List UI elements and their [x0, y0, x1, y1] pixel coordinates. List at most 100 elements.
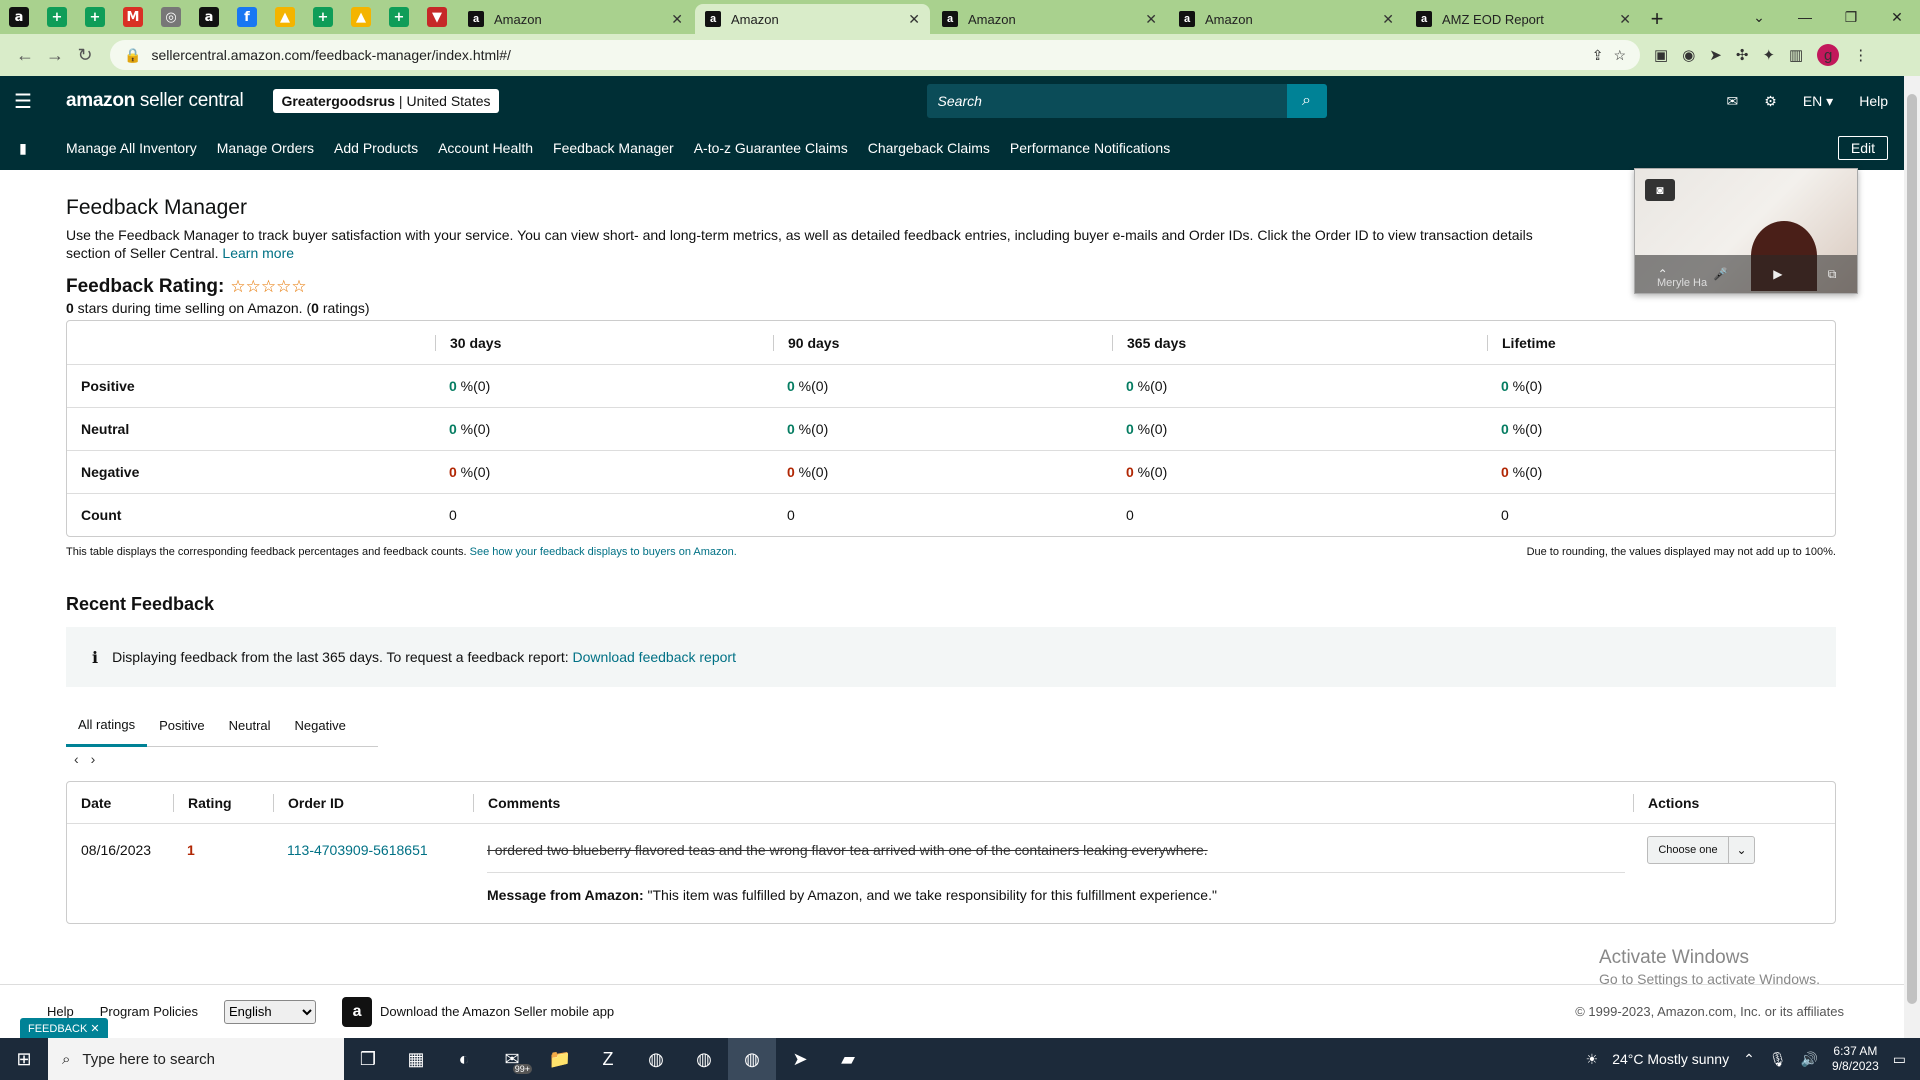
nav-link-manage-all-inventory[interactable]: Manage All Inventory [66, 140, 197, 156]
download-report-link[interactable]: Download feedback report [573, 649, 736, 665]
pinned-tab[interactable]: ▼ [418, 0, 456, 34]
pinned-tab[interactable]: a [190, 0, 228, 34]
chevron-left-icon[interactable]: ‹ [74, 751, 79, 767]
tab-positive[interactable]: Positive [147, 705, 217, 747]
seller-central-logo[interactable]: amazon seller central [66, 90, 244, 112]
browser-tab[interactable]: a Amazon ✕ [695, 4, 930, 34]
chrome-icon[interactable]: ◍ [680, 1038, 728, 1080]
nav-link-performance-notifications[interactable]: Performance Notifications [1010, 140, 1170, 156]
pinned-tab[interactable]: + [76, 0, 114, 34]
bookmark-icon[interactable]: ▮ [0, 140, 46, 157]
chrome-icon[interactable]: ◍ [728, 1038, 776, 1080]
pinned-tab[interactable]: M [114, 0, 152, 34]
video-camera-icon[interactable]: ▶ [1773, 267, 1782, 281]
browser-tab[interactable]: a AMZ EOD Report ✕ [1406, 4, 1641, 34]
edge-icon[interactable]: ◐ [440, 1038, 488, 1080]
nav-link-a-to-z-guarantee-claims[interactable]: A-to-z Guarantee Claims [694, 140, 848, 156]
zoom-icon[interactable]: Z [584, 1038, 632, 1080]
search-icon[interactable]: ⌕ [1286, 84, 1327, 118]
chrome-icon[interactable]: ◍ [632, 1038, 680, 1080]
tray-chevron-icon[interactable]: ⌃ [1743, 1051, 1755, 1068]
maximize-icon[interactable]: ❐ [1828, 0, 1874, 34]
chevron-right-icon[interactable]: › [91, 751, 96, 767]
menu-dots-icon[interactable]: ⋮ [1853, 46, 1868, 64]
pinned-tab[interactable]: ◎ [152, 0, 190, 34]
close-icon[interactable]: ✕ [1619, 11, 1631, 28]
pinned-tab[interactable]: + [304, 0, 342, 34]
search-input[interactable] [926, 84, 1287, 118]
nav-link-add-products[interactable]: Add Products [334, 140, 418, 156]
footer-language-select[interactable]: English [224, 999, 317, 1024]
feedback-button[interactable]: FEEDBACK ✕ [20, 1018, 108, 1039]
browser-tab[interactable]: a Amazon ✕ [932, 4, 1167, 34]
hamburger-menu-icon[interactable]: ☰ [0, 89, 46, 114]
learn-more-link[interactable]: Learn more [222, 245, 294, 261]
footer-help-link[interactable]: Help [47, 1004, 74, 1019]
tab-negative[interactable]: Negative [283, 705, 358, 747]
scroll-thumb[interactable] [1907, 94, 1917, 1004]
pinned-tab[interactable]: ▲ [342, 0, 380, 34]
store-icon[interactable]: ▦ [392, 1038, 440, 1080]
close-icon[interactable]: ✕ [671, 11, 683, 28]
tab-neutral[interactable]: Neutral [217, 705, 283, 747]
taskbar-search[interactable]: ⌕ Type here to search [48, 1038, 344, 1080]
edit-nav-button[interactable]: Edit [1837, 136, 1888, 160]
page-scrollbar[interactable] [1904, 76, 1920, 1038]
tab-all-ratings[interactable]: All ratings [66, 705, 148, 747]
microphone-icon[interactable]: 🎤 [1713, 267, 1728, 281]
close-icon[interactable]: ✕ [908, 11, 920, 28]
file-explorer-icon[interactable]: 📁 [536, 1038, 584, 1080]
store-switcher[interactable]: Greatergoodsrus | United States [273, 89, 499, 113]
extension-icon[interactable]: ▣ [1654, 46, 1668, 64]
order-id-link[interactable]: 113-4703909-5618651 [287, 842, 428, 858]
extension-icon[interactable]: ✣ [1736, 46, 1749, 64]
browser-tab[interactable]: a Amazon ✕ [1169, 4, 1404, 34]
close-window-icon[interactable]: ✕ [1874, 0, 1920, 34]
help-link[interactable]: Help [1859, 93, 1888, 109]
program-policies-link[interactable]: Program Policies [100, 1004, 198, 1019]
amazon-app-icon[interactable]: a [342, 996, 373, 1027]
browser-tab[interactable]: a Amazon ✕ [458, 4, 693, 34]
new-tab-button[interactable]: + [1641, 4, 1673, 34]
language-selector[interactable]: EN ▾ [1803, 93, 1833, 110]
share-icon[interactable]: ⇪ [1592, 47, 1604, 64]
mail-app-icon[interactable]: ✉ 99+ [488, 1038, 536, 1080]
url-bar[interactable]: 🔒 sellercentral.amazon.com/feedback-mana… [110, 40, 1640, 70]
close-icon[interactable]: ✕ [1145, 11, 1157, 28]
feedback-display-link[interactable]: See how your feedback displays to buyers… [470, 546, 737, 558]
puzzle-icon[interactable]: ✦ [1762, 46, 1775, 64]
close-icon[interactable]: ✕ [1382, 11, 1394, 28]
profile-avatar[interactable]: g [1817, 44, 1840, 66]
nav-link-feedback-manager[interactable]: Feedback Manager [553, 140, 674, 156]
pinned-tab[interactable]: f [228, 0, 266, 34]
clock[interactable]: 6:37 AM 9/8/2023 [1832, 1044, 1879, 1074]
pinned-tab[interactable]: + [38, 0, 76, 34]
reload-icon[interactable]: ↻ [70, 40, 100, 70]
nav-link-chargeback-claims[interactable]: Chargeback Claims [868, 140, 990, 156]
nav-link-manage-orders[interactable]: Manage Orders [217, 140, 314, 156]
gear-icon[interactable]: ⚙ [1764, 93, 1777, 110]
sticky-notes-icon[interactable]: ▰ [824, 1038, 872, 1080]
minimize-icon[interactable]: — [1782, 0, 1828, 34]
microphone-icon[interactable]: 🎙 [1769, 1051, 1787, 1068]
pinned-tab[interactable]: + [380, 0, 418, 34]
windows-start-icon[interactable]: ⊞ [0, 1049, 48, 1070]
pinned-tab[interactable]: a [0, 0, 38, 34]
weather-text[interactable]: 24°C Mostly sunny [1612, 1051, 1729, 1067]
volume-icon[interactable]: 🔊 [1801, 1051, 1818, 1068]
notifications-icon[interactable]: ▭ [1893, 1051, 1906, 1068]
task-view-icon[interactable]: ❒ [344, 1038, 392, 1080]
actions-dropdown[interactable]: Choose one ⌄ [1647, 836, 1755, 864]
tab-search-icon[interactable]: ⌄ [1736, 0, 1782, 34]
mobile-app-link[interactable]: Download the Amazon Seller mobile app [380, 1004, 614, 1019]
nav-link-account-health[interactable]: Account Health [438, 140, 533, 156]
extension-icon[interactable]: ◉ [1682, 46, 1695, 64]
bookmark-star-icon[interactable]: ☆ [1613, 47, 1626, 64]
pinned-tab[interactable]: ▲ [266, 0, 304, 34]
back-icon[interactable]: ← [10, 40, 40, 70]
forward-icon[interactable]: → [40, 40, 70, 70]
mail-icon[interactable]: ✉ [1727, 93, 1739, 110]
weather-icon[interactable]: ☀ [1586, 1051, 1599, 1068]
video-call-overlay[interactable]: ◙ ⌃ 🎤 ▶ ⧉ Meryle Ha [1634, 168, 1858, 294]
extension-icon[interactable]: ➤ [1709, 46, 1722, 64]
